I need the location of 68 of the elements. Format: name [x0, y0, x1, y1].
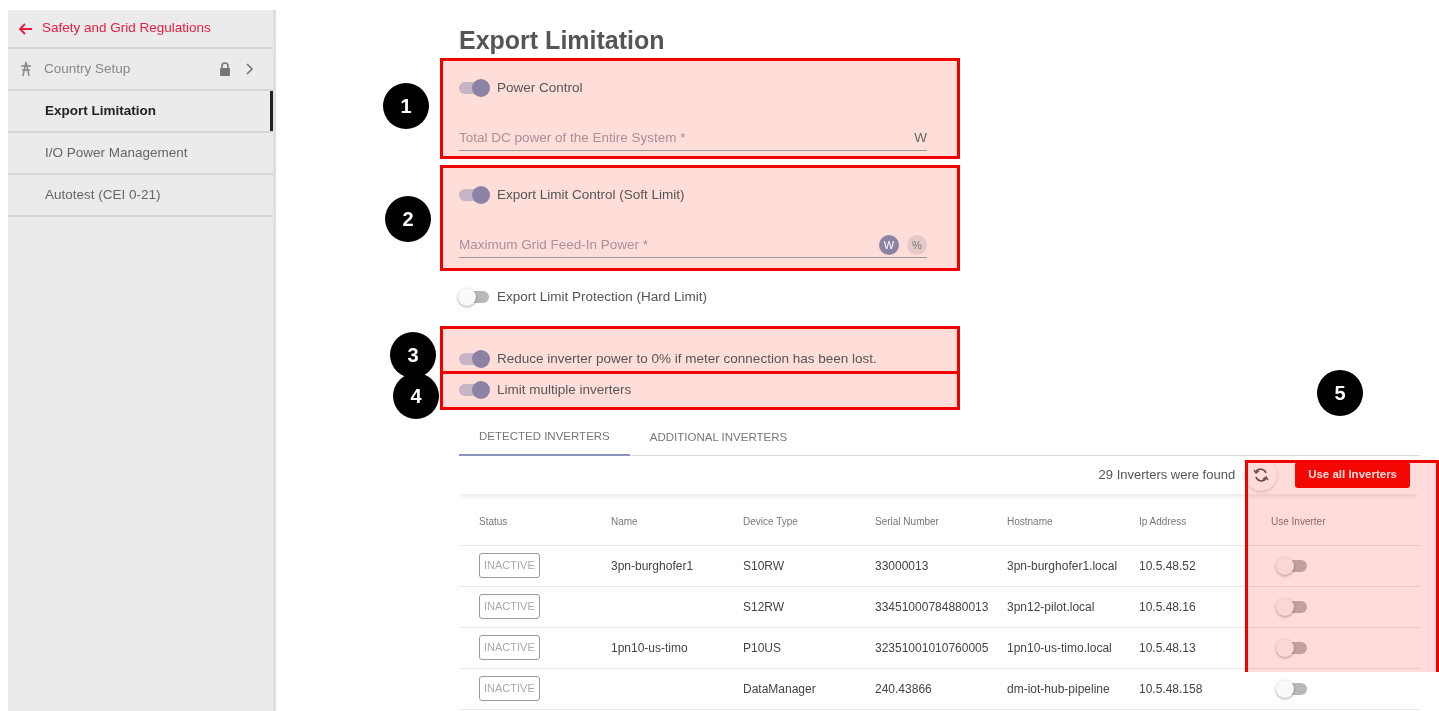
- status-badge: INACTIVE: [479, 594, 540, 619]
- column-header: Name: [591, 499, 723, 545]
- table-cell: S12RW: [723, 586, 855, 627]
- sidebar-item[interactable]: I/O Power Management: [8, 133, 273, 175]
- table-cell: 10.5.48.16: [1119, 586, 1251, 627]
- column-header: Ip Address: [1119, 499, 1251, 545]
- chevron-right-icon: [245, 63, 253, 75]
- table-cell: 10.5.48.52: [1119, 545, 1251, 586]
- table-cell: 240.43866: [855, 668, 987, 709]
- toggle-switch[interactable]: [459, 353, 489, 366]
- table-cell: P10US: [723, 627, 855, 668]
- table-cell: 33451000784880013: [855, 586, 987, 627]
- table-cell: 1pn10-us-timo.local: [987, 627, 1119, 668]
- input-field[interactable]: Total DC power of the Entire System *: [459, 127, 915, 148]
- column-header: Device Type: [723, 499, 855, 545]
- toggle-switch[interactable]: [459, 384, 489, 397]
- tab[interactable]: DETECTED INVERTERS: [459, 420, 630, 456]
- sidebar-item[interactable]: Autotest (CEI 0-21): [8, 175, 273, 217]
- column-header: Serial Number: [855, 499, 987, 545]
- toggle-switch[interactable]: [1277, 600, 1307, 613]
- status-badge: INACTIVE: [479, 635, 540, 660]
- sidebar-item[interactable]: Country Setup: [8, 49, 273, 91]
- pylon-icon: [18, 61, 34, 77]
- toggle-switch[interactable]: [459, 82, 489, 95]
- toggle-switch[interactable]: [1277, 559, 1307, 572]
- table-cell: 33000013: [855, 545, 987, 586]
- table-cell: 10.5.48.158: [1119, 668, 1251, 709]
- unit-label: W: [914, 128, 927, 147]
- column-header: Hostname: [987, 499, 1119, 545]
- status-badge: INACTIVE: [479, 676, 540, 701]
- back-arrow-icon: [18, 22, 32, 35]
- sidebar-item[interactable]: Export Limitation: [8, 91, 273, 133]
- toggle-switch[interactable]: [459, 189, 489, 202]
- tab[interactable]: ADDITIONAL INVERTERS: [629, 420, 808, 456]
- toggle-switch[interactable]: [459, 291, 489, 304]
- refresh-button[interactable]: [1245, 459, 1278, 491]
- setting-label: Limit multiple inverters: [497, 381, 632, 399]
- table-cell: 32351001010760005: [855, 627, 987, 668]
- use-all-button[interactable]: Use all Inverters: [1295, 462, 1410, 488]
- callout-number: 1: [383, 83, 429, 129]
- unit-toggle[interactable]: W: [879, 234, 899, 255]
- column-header: Use Inverter: [1251, 499, 1420, 545]
- unit-toggle[interactable]: %: [907, 234, 927, 255]
- setting-label: Reduce inverter power to 0% if meter connection has been lost.: [497, 350, 877, 368]
- table-cell: DataManager: [723, 668, 855, 709]
- table-cell: dm-iot-hub-pipeline: [987, 668, 1119, 709]
- toggle-switch[interactable]: [1277, 682, 1307, 695]
- input-field[interactable]: Maximum Grid Feed-In Power *: [459, 234, 871, 255]
- status-badge: INACTIVE: [479, 553, 540, 578]
- table-cell: 10.5.48.13: [1119, 627, 1251, 668]
- back-link[interactable]: Safety and Grid Regulations: [8, 10, 273, 49]
- result-count: 29 Inverters were found: [1098, 466, 1236, 485]
- callout-number: 2: [385, 196, 431, 242]
- table-cell: 3pn12-pilot.local: [987, 586, 1119, 627]
- page-title: Export Limitation: [459, 25, 666, 55]
- table-cell: 3pn-burghofer1: [591, 545, 723, 586]
- callout-number: 3: [390, 332, 436, 378]
- table-cell: S10RW: [723, 545, 855, 586]
- setting-label: Power Control: [497, 79, 583, 97]
- table-cell: 1pn10-us-timo: [591, 627, 723, 668]
- setting-label: Export Limit Control (Soft Limit): [497, 186, 685, 204]
- toggle-switch[interactable]: [1277, 641, 1307, 654]
- table-cell: 3pn-burghofer1.local: [987, 545, 1119, 586]
- callout-number: 4: [393, 373, 439, 419]
- column-header: Status: [459, 499, 591, 545]
- refresh-icon: [1253, 467, 1270, 483]
- setting-label: Export Limit Protection (Hard Limit): [497, 288, 708, 306]
- callout-number: 5: [1317, 370, 1363, 416]
